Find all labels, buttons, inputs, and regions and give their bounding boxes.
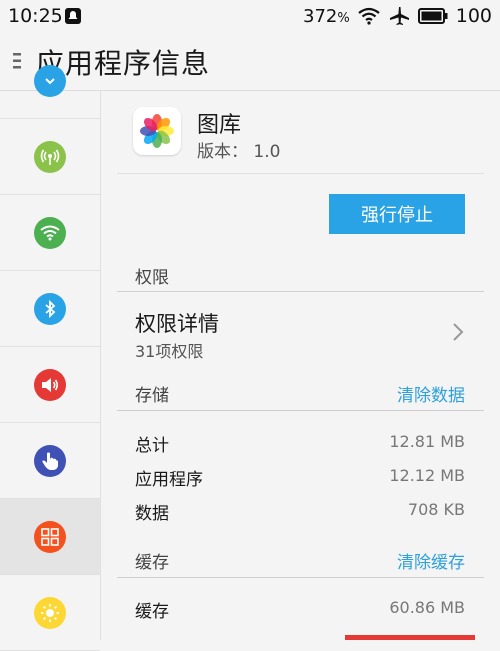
battery-icon (417, 8, 448, 24)
clear-cache-link[interactable]: 清除缓存 (397, 548, 465, 573)
storage-row-value: 12.12 MB (389, 466, 465, 485)
clear-data-link[interactable]: 清除数据 (397, 381, 465, 406)
permission-details-title: 权限详情 (135, 312, 219, 336)
force-stop-button[interactable]: 强行停止 (329, 194, 465, 234)
wifi-icon (34, 216, 66, 249)
apps-icon (34, 520, 66, 553)
sidebar-item-apps[interactable] (0, 499, 100, 575)
notification-icon (65, 8, 81, 24)
storage-row-label: 应用程序 (135, 470, 203, 490)
permissions-section-label: 权限 (135, 268, 169, 288)
cache-section-label: 缓存 (135, 553, 169, 573)
divider (117, 173, 484, 174)
network-speed: 372% (303, 5, 350, 27)
storage-row-value: 12.81 MB (389, 432, 465, 451)
sidebar-item-sound[interactable] (0, 347, 100, 423)
sidebar-item-partial[interactable] (0, 43, 100, 119)
storage-row-value: 708 KB (407, 500, 465, 519)
partial-icon (34, 64, 66, 97)
chevron-right-icon (453, 323, 464, 341)
status-bar: 10:25 372% 100 (0, 0, 500, 32)
divider (117, 577, 484, 578)
storage-section-label: 存储 (135, 386, 169, 406)
brightness-icon (34, 596, 66, 629)
gallery-app-icon (133, 107, 181, 155)
app-info-panel: 图库 版本： 1.0 强行停止 权限 权限详情 31项权限 存储 清除数据 总计… (101, 91, 500, 640)
app-name: 图库 (197, 113, 242, 138)
bluetooth-icon (34, 292, 66, 325)
airplane-mode-icon (389, 7, 409, 25)
wifi-status-icon (358, 7, 380, 25)
battery-level: 100 (455, 5, 492, 27)
divider (117, 410, 484, 411)
sidebar-item-hotspot[interactable] (0, 119, 100, 195)
hotspot-icon (34, 140, 66, 173)
sidebar-item-gesture[interactable] (0, 423, 100, 499)
sidebar-item-bluetooth[interactable] (0, 271, 100, 347)
storage-row-label: 总计 (135, 436, 169, 456)
permission-count: 31项权限 (135, 342, 204, 361)
sidebar-item-wifi[interactable] (0, 195, 100, 271)
sound-icon (34, 368, 66, 401)
cache-row-value: 60.86 MB (389, 598, 465, 617)
status-time: 10:25 (8, 5, 63, 27)
partial-action-button[interactable] (345, 635, 475, 640)
settings-sidebar (0, 64, 101, 651)
gesture-icon (34, 444, 66, 477)
storage-row-label: 数据 (135, 504, 169, 524)
status-right: 372% 100 (303, 5, 492, 27)
cache-row-label: 缓存 (135, 602, 169, 622)
app-version: 版本： 1.0 (197, 142, 281, 162)
